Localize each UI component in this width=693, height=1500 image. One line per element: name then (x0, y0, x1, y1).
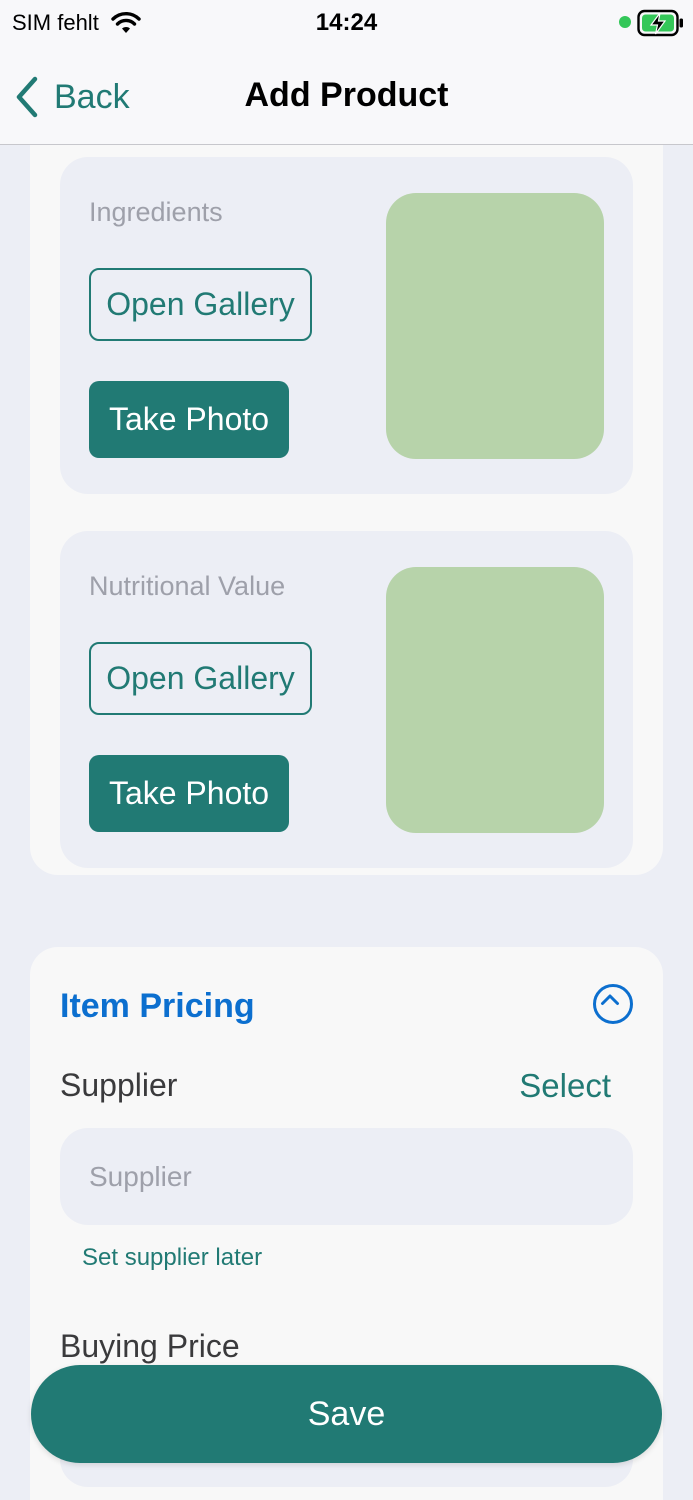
ingredients-label: Ingredients (89, 197, 223, 227)
nutritional-take-photo-button[interactable]: Take Photo (89, 755, 289, 832)
back-label: Back (54, 77, 130, 116)
buying-price-label: Buying Price (60, 1328, 240, 1364)
chevron-left-icon (16, 76, 38, 118)
back-button[interactable]: Back (14, 72, 130, 122)
navigation-bar: Back Add Product (0, 48, 693, 145)
battery-charging-icon (637, 9, 683, 37)
product-images-card: Ingredients Open Gallery Take Photo Nutr… (30, 145, 663, 875)
collapse-pricing-button[interactable] (593, 984, 633, 1024)
status-bar: SIM fehlt 14:24 (0, 0, 693, 48)
ingredients-take-photo-button[interactable]: Take Photo (89, 381, 289, 458)
supplier-input[interactable] (60, 1128, 633, 1225)
status-time: 14:24 (315, 9, 378, 36)
item-pricing-title: Item Pricing (60, 987, 255, 1025)
set-supplier-later-link[interactable]: Set supplier later (82, 1244, 262, 1272)
ingredients-section: Ingredients Open Gallery Take Photo (60, 157, 633, 494)
supplier-label: Supplier (60, 1067, 178, 1103)
nutritional-value-section: Nutritional Value Open Gallery Take Phot… (60, 531, 633, 868)
add-product-screen: SIM fehlt 14:24 Back Add Product Ingredi… (0, 0, 693, 1500)
nutritional-value-label: Nutritional Value (89, 571, 286, 601)
select-supplier-link[interactable]: Select (519, 1067, 611, 1105)
nutritional-image-placeholder[interactable] (386, 567, 604, 833)
privacy-indicator-dot (619, 16, 631, 28)
save-button[interactable]: Save (31, 1365, 662, 1463)
chevron-up-circle-icon (601, 994, 619, 1005)
ingredients-open-gallery-button[interactable]: Open Gallery (89, 268, 312, 341)
ingredients-image-placeholder[interactable] (386, 193, 604, 459)
nutritional-open-gallery-button[interactable]: Open Gallery (89, 642, 312, 715)
